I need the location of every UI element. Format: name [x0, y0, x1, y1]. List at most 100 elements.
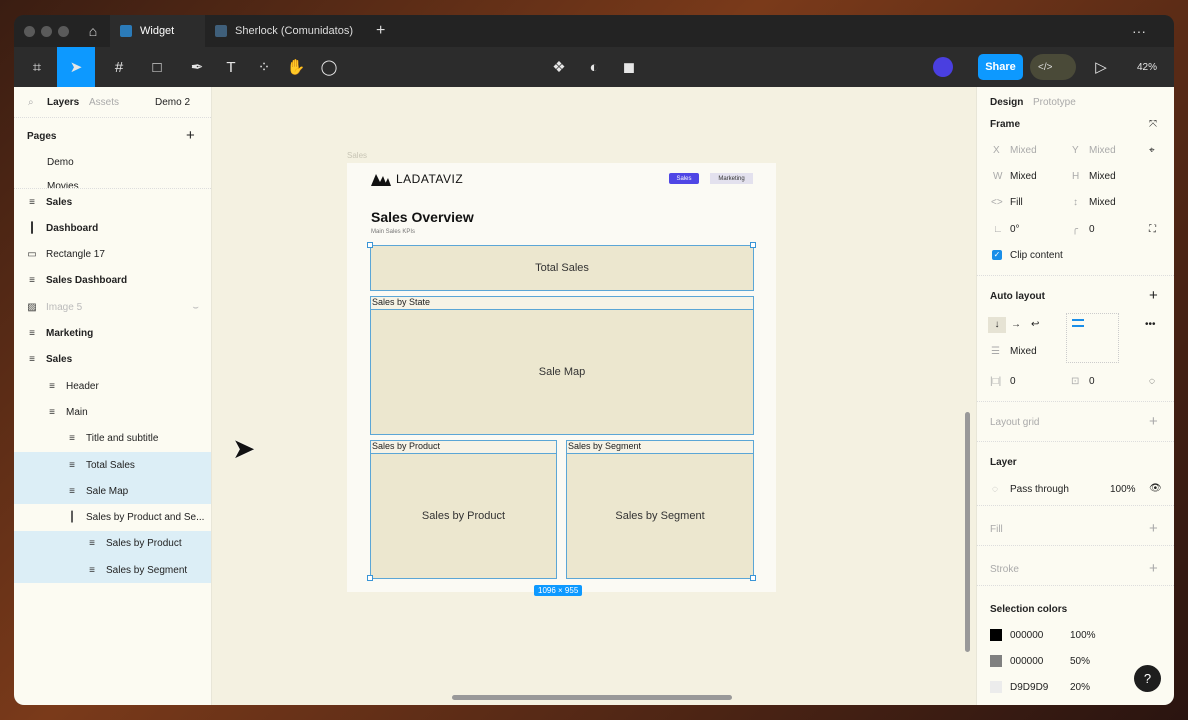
layer-item[interactable]: ┃ Dashboard	[14, 215, 211, 241]
vertical-scrollbar[interactable]	[965, 412, 970, 652]
zoom-level[interactable]: 42%	[1124, 47, 1170, 87]
search-icon[interactable]: ⌕	[28, 97, 34, 108]
add-layout-grid-button[interactable]: +	[1149, 413, 1158, 430]
contrast-icon[interactable]: ◐	[575, 47, 613, 87]
more-options-icon[interactable]: •••	[1145, 319, 1156, 330]
window-close[interactable]	[24, 26, 35, 37]
y-field[interactable]: Mixed	[1089, 145, 1116, 156]
pen-tool-icon[interactable]: ✒	[178, 47, 216, 87]
constraints-icon[interactable]: ⌖	[1149, 145, 1155, 156]
direction-vertical-icon[interactable]: ↓	[988, 317, 1006, 333]
horizontal-scrollbar[interactable]	[452, 695, 732, 700]
nav-marketing[interactable]: Marketing	[710, 173, 753, 184]
color-swatch[interactable]	[990, 681, 1002, 693]
layer-item[interactable]: ≡ Sales	[14, 189, 211, 215]
layer-item[interactable]: ≡ Sales by Product	[14, 530, 211, 557]
clip-content-checkbox[interactable]: ✓	[992, 250, 1002, 260]
horizontal-sizing-select[interactable]: Fill	[1010, 197, 1023, 208]
horizontal-padding-field[interactable]: 0	[1010, 376, 1016, 387]
present-icon[interactable]: ▷	[1082, 47, 1120, 87]
shape-tool-icon[interactable]: □	[138, 47, 176, 87]
layer-item[interactable]: ▨ Image 5 ⌣	[14, 294, 211, 320]
page-item[interactable]: Demo	[47, 157, 74, 168]
add-fill-button[interactable]: +	[1149, 520, 1158, 537]
height-field[interactable]: Mixed	[1089, 171, 1116, 182]
gap-field[interactable]: Mixed	[1010, 346, 1037, 357]
layer-item[interactable]: ≡ Sales by Segment	[14, 557, 211, 584]
new-tab-button[interactable]: +	[366, 15, 395, 47]
resize-handle[interactable]	[367, 575, 373, 581]
layer-item[interactable]: ≡ Sales	[14, 347, 211, 373]
width-field[interactable]: Mixed	[1010, 171, 1037, 182]
tab-sherlock[interactable]: Sherlock (Comunidatos)	[205, 15, 365, 47]
layer-item[interactable]: ≡ Header	[14, 373, 211, 399]
fill-title[interactable]: Fill	[990, 524, 1003, 535]
page-selector[interactable]: Demo 2	[155, 97, 190, 108]
hidden-icon[interactable]: ⌣	[192, 302, 199, 313]
window-minimize[interactable]	[41, 26, 52, 37]
more-icon[interactable]: ···	[1122, 15, 1156, 47]
resize-handle[interactable]	[367, 242, 373, 248]
add-auto-layout-button[interactable]: +	[1149, 287, 1158, 304]
color-swatch[interactable]	[990, 655, 1002, 667]
canvas[interactable]: Sales LADATAVIZ Sales Marketing Sales Ov…	[212, 87, 976, 705]
frame-section-title[interactable]: Frame	[990, 119, 1020, 130]
sales-by-segment-header[interactable]: Sales by Segment	[566, 440, 754, 454]
selection-color-row[interactable]: 000000 50%	[990, 655, 1090, 667]
independent-corners-icon[interactable]: ⛶	[1149, 224, 1156, 235]
sales-by-product-header[interactable]: Sales by Product	[370, 440, 557, 454]
direction-horizontal-icon[interactable]: →	[1011, 319, 1021, 330]
tab-layers[interactable]: Layers	[47, 97, 79, 108]
layer-item[interactable]: ▭ Rectangle 17	[14, 242, 211, 268]
color-swatch[interactable]	[990, 629, 1002, 641]
boolean-icon[interactable]: ◼	[610, 47, 648, 87]
eye-icon[interactable]: 👁	[1149, 483, 1162, 494]
components-icon[interactable]: ❖	[540, 47, 578, 87]
avatar[interactable]	[933, 57, 953, 77]
stroke-title[interactable]: Stroke	[990, 564, 1019, 575]
resize-to-fit-icon[interactable]: ⤧	[1149, 119, 1157, 130]
share-button[interactable]: Share	[978, 54, 1023, 80]
window-maximize[interactable]	[58, 26, 69, 37]
tab-assets[interactable]: Assets	[89, 97, 119, 108]
main-menu-icon[interactable]: ⌗	[18, 47, 56, 87]
move-tool-icon[interactable]: ➤	[57, 47, 95, 87]
dev-mode-toggle[interactable]: </>	[1030, 54, 1076, 80]
layout-grid-title[interactable]: Layout grid	[990, 417, 1039, 428]
nav-sales[interactable]: Sales	[669, 173, 699, 184]
selection-color-row[interactable]: D9D9D9 20%	[990, 681, 1090, 693]
sales-by-product-card[interactable]: Sales by Product	[370, 453, 557, 579]
tab-prototype[interactable]: Prototype	[1033, 97, 1076, 108]
layer-opacity-field[interactable]: 100%	[1110, 484, 1136, 495]
blend-mode-select[interactable]: Pass through	[1010, 484, 1069, 495]
frame-tool-icon[interactable]: #	[100, 47, 138, 87]
vertical-padding-field[interactable]: 0	[1089, 376, 1095, 387]
help-button[interactable]: ?	[1134, 665, 1161, 692]
alignment-grid[interactable]	[1066, 313, 1119, 363]
layer-item[interactable]: ≡ Marketing	[14, 321, 211, 347]
total-sales-card[interactable]: Total Sales	[370, 245, 754, 291]
x-field[interactable]: Mixed	[1010, 145, 1037, 156]
vertical-sizing-select[interactable]: Mixed	[1089, 197, 1116, 208]
layer-item[interactable]: ┃ Sales by Product and Se...	[14, 505, 211, 531]
selection-color-row[interactable]: 000000 100%	[990, 629, 1096, 641]
layer-item[interactable]: ≡ Title and subtitle	[14, 426, 211, 452]
sales-frame[interactable]: LADATAVIZ Sales Marketing Sales Overview…	[347, 163, 776, 596]
layer-item[interactable]: ≡ Total Sales	[14, 452, 211, 478]
wrap-icon[interactable]: ↩	[1031, 319, 1039, 330]
padding-toggle-icon[interactable]: ◌	[1149, 376, 1155, 387]
tab-design[interactable]: Design	[990, 97, 1023, 108]
home-icon[interactable]: ⌂	[76, 15, 110, 47]
resize-handle[interactable]	[750, 575, 756, 581]
sale-map-card[interactable]: Sale Map	[370, 309, 754, 435]
layer-item[interactable]: ≡ Sales Dashboard	[14, 268, 211, 294]
tab-widget[interactable]: Widget	[110, 15, 205, 47]
add-page-button[interactable]: +	[186, 127, 195, 144]
frame-label[interactable]: Sales	[347, 151, 367, 160]
sales-by-segment-card[interactable]: Sales by Segment	[566, 453, 754, 579]
sales-by-state-header[interactable]: Sales by State	[370, 296, 754, 310]
layer-item[interactable]: ≡ Main	[14, 399, 211, 425]
comment-tool-icon[interactable]: ◯	[310, 47, 348, 87]
corner-radius-field[interactable]: 0	[1089, 224, 1095, 235]
layer-item[interactable]: ≡ Sale Map	[14, 478, 211, 505]
